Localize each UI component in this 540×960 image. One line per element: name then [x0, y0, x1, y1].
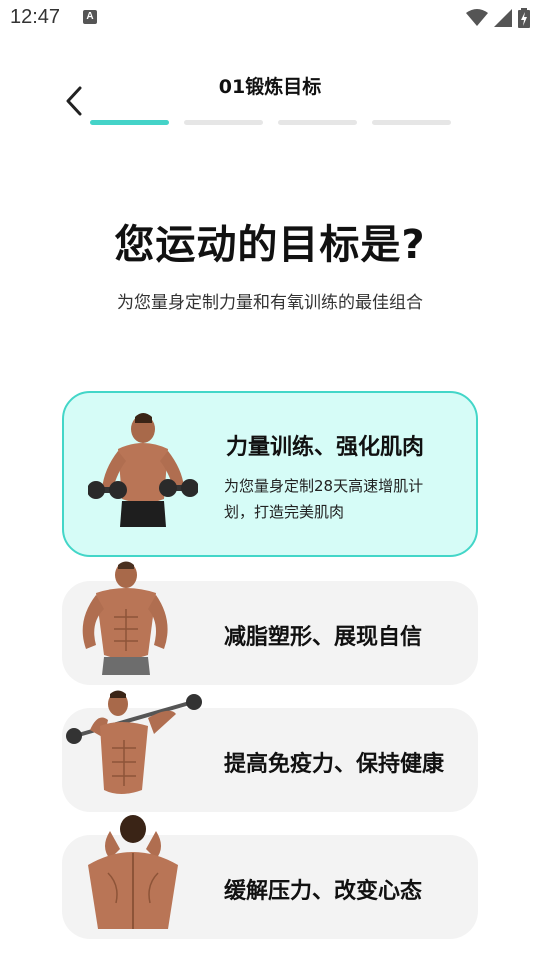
- option-description: 为您量身定制28天高速增肌计划，打造完美肌肉: [224, 477, 424, 521]
- muscle-pose-man-image: [68, 559, 178, 675]
- goal-option-immunity[interactable]: 提高免疫力、保持健康: [62, 690, 478, 812]
- goal-option-strength[interactable]: 力量训练、强化肌肉 为您量身定制28天高速增肌计划，打造完美肌肉: [62, 391, 478, 557]
- wifi-icon: [466, 9, 488, 26]
- status-bar: 12:47 A: [0, 0, 540, 36]
- step-title: 01锻炼目标: [218, 76, 322, 98]
- back-view-man-image: [80, 813, 190, 929]
- goal-option-fat-loss[interactable]: 减脂塑形、展现自信: [62, 561, 478, 685]
- barbell-man-image: [64, 686, 204, 802]
- question-title: 您运动的目标是?: [114, 222, 426, 268]
- progress-segment-2: [184, 120, 263, 125]
- dumbbell-man-image: [88, 409, 198, 527]
- question-subtitle: 为您量身定制力量和有氧训练的最佳组合: [117, 293, 423, 313]
- battery-icon: [518, 8, 530, 28]
- option-title: 缓解压力、改变心态: [224, 879, 423, 904]
- status-time: 12:47: [10, 6, 61, 28]
- progress-segment-1: [90, 120, 169, 125]
- goal-option-stress-relief[interactable]: 缓解压力、改变心态: [62, 815, 478, 939]
- status-icons: [466, 8, 530, 28]
- step-progress: [90, 120, 451, 125]
- option-title: 力量训练、强化肌肉: [226, 435, 425, 460]
- cell-signal-icon: [494, 9, 512, 27]
- notification-a-icon: A: [83, 10, 97, 24]
- progress-segment-3: [278, 120, 357, 125]
- page-header: 01锻炼目标: [0, 60, 540, 130]
- progress-segment-4: [372, 120, 451, 125]
- option-title: 减脂塑形、展现自信: [224, 625, 423, 650]
- option-title: 提高免疫力、保持健康: [224, 752, 445, 777]
